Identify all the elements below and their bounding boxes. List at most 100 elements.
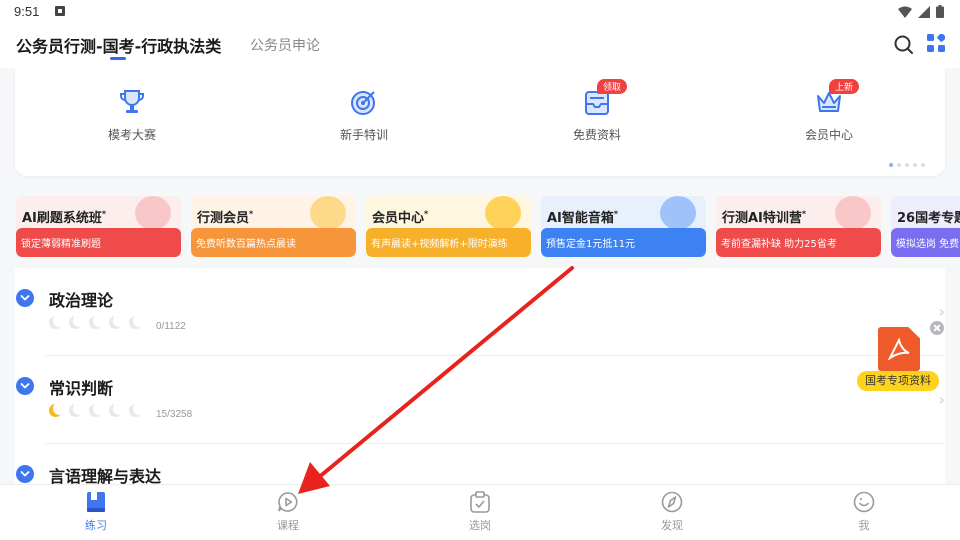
moon-icon (109, 404, 122, 417)
quick-entry-card: 模考大赛 新手特训 领取 免费资料 上新 会员中心 (15, 68, 945, 176)
expand-toggle-icon[interactable] (16, 377, 34, 395)
inbox-icon: 领取 (581, 79, 628, 118)
promo-asterisk: * (249, 209, 254, 219)
clipboard-check-icon (470, 491, 490, 513)
promo-asterisk: * (613, 209, 619, 219)
status-bar: 9:51 (0, 0, 960, 24)
book-icon (87, 492, 105, 512)
promo-title: 26国考专题 (897, 211, 960, 226)
chevron-right-icon: › (938, 390, 945, 409)
subject-progress: 0/1122 (156, 321, 186, 332)
subject-title: 政治理论 (49, 291, 114, 310)
promo-asterisk: * (101, 209, 107, 219)
promo-title: 会员中心* (372, 209, 429, 226)
moon-icon (89, 404, 102, 417)
pagination-dot (913, 163, 917, 167)
nav-label: 练习 (85, 519, 107, 532)
subject-title: 常识判断 (49, 379, 114, 398)
quick-entry-mock-exam[interactable]: 模考大赛 (72, 86, 192, 143)
promo-subtitle: 免费听数百篇热点晨读 (191, 228, 356, 257)
pagination-dot (905, 163, 909, 167)
promo-asterisk: * (424, 209, 429, 219)
promo-title: 行测AI特训营* (722, 209, 807, 226)
promo-title: 行测会员* (197, 209, 254, 226)
moon-icon (69, 316, 82, 329)
promo-guokao-topic[interactable]: 26国考专题 模拟选岗 免费 (891, 196, 960, 257)
nav-me[interactable]: 我 (834, 491, 894, 533)
pagination-dot (921, 163, 925, 167)
nav-label: 选岗 (469, 519, 491, 532)
subject-title: 言语理解与表达 (49, 467, 162, 484)
compass-icon (661, 491, 683, 513)
quick-entry-label: 模考大赛 (107, 128, 156, 142)
wifi-icon (898, 6, 912, 18)
close-icon[interactable] (930, 321, 944, 335)
promo-title: AI智能音箱* (547, 209, 619, 226)
status-time: 9:51 (14, 4, 40, 19)
promo-ai-speaker[interactable]: AI智能音箱* 预售定金1元抵11元 (541, 196, 706, 257)
moon-icon (109, 316, 122, 329)
ai-badge-icon (135, 196, 171, 230)
crown-gift-icon (310, 196, 346, 230)
promo-title: AI刷题系统班* (22, 209, 107, 226)
moon-icon (69, 404, 82, 417)
promo-asterisk: * (801, 209, 807, 219)
signal-icon (918, 5, 930, 18)
top-header: 公务员行测-国考-行政执法类 公务员申论 (0, 24, 960, 68)
status-indicators (898, 5, 944, 18)
nav-discover[interactable]: 发现 (642, 491, 702, 533)
expand-toggle-icon[interactable] (16, 465, 34, 483)
check-cube-icon (660, 196, 696, 230)
nav-courses[interactable]: 课程 (258, 491, 318, 533)
search-icon[interactable] (893, 34, 915, 56)
pagination-dot (897, 163, 901, 167)
subject-row[interactable]: 政治理论 0/1122 › (15, 268, 945, 356)
moon-icon (49, 316, 62, 329)
subject-list: 政治理论 0/1122 › 常识判断 15/3258 › 言语理解与表达 (15, 268, 945, 484)
moon-icon (89, 316, 102, 329)
carousel-pagination (889, 163, 925, 167)
moon-icon (49, 404, 62, 417)
mastery-moons (49, 316, 142, 329)
subject-progress: 15/3258 (156, 409, 193, 420)
promo-member-center[interactable]: 会员中心* 有声晨读+视频解析+限时演练 (366, 196, 531, 257)
promo-strip: AI刷题系统班* 锁定薄弱精准刷题 行测会员* 免费听数百篇热点晨读 会员中心*… (16, 196, 960, 258)
notification-icon (55, 6, 65, 16)
promo-xingce-member[interactable]: 行测会员* 免费听数百篇热点晨读 (191, 196, 356, 257)
ai-badge-icon (835, 196, 871, 230)
moon-icon (129, 316, 142, 329)
crown-icon: 上新 (813, 79, 860, 118)
nav-practice[interactable]: 练习 (66, 491, 126, 533)
nav-job-selection[interactable]: 选岗 (450, 491, 510, 533)
battery-icon (936, 5, 944, 18)
play-bubble-icon (278, 492, 298, 512)
tab-exam-category[interactable]: 公务员行测-国考-行政执法类 (16, 33, 221, 57)
promo-ai-training-camp[interactable]: 行测AI特训营* 考前查漏补缺 助力25省考 (716, 196, 881, 257)
promo-subtitle: 考前查漏补缺 助力25省考 (716, 228, 881, 257)
pdf-icon[interactable] (878, 327, 920, 371)
floating-materials-label[interactable]: 国考专项资料 (857, 371, 939, 391)
subject-row[interactable]: 言语理解与表达 (15, 444, 945, 484)
grid-menu-icon[interactable] (927, 34, 945, 52)
promo-subtitle: 模拟选岗 免费 (891, 228, 960, 257)
promo-ai-practice-class[interactable]: AI刷题系统班* 锁定薄弱精准刷题 (16, 196, 181, 257)
promo-subtitle: 有声晨读+视频解析+限时演练 (366, 228, 531, 257)
mastery-moons (49, 404, 142, 417)
subject-row[interactable]: 常识判断 15/3258 › (15, 356, 945, 444)
smile-icon (853, 491, 875, 513)
tab-essay[interactable]: 公务员申论 (250, 35, 320, 55)
expand-toggle-icon[interactable] (16, 289, 34, 307)
active-tab-indicator (110, 57, 126, 60)
quick-entry-label: 免费资料 (572, 128, 621, 142)
quick-entry-free-materials[interactable]: 领取 免费资料 (537, 79, 657, 143)
moon-icon (129, 404, 142, 417)
promo-subtitle: 预售定金1元抵11元 (541, 228, 706, 257)
badge-claim: 领取 (597, 79, 628, 94)
nav-label: 课程 (277, 519, 299, 532)
pagination-dot (889, 163, 893, 167)
quick-entry-beginner-training[interactable]: 新手特训 (304, 86, 424, 143)
quick-entry-member-center[interactable]: 上新 会员中心 (769, 79, 889, 143)
chevron-right-icon: › (938, 302, 945, 321)
trophy-icon (116, 86, 148, 118)
promo-subtitle: 锁定薄弱精准刷题 (16, 228, 181, 257)
